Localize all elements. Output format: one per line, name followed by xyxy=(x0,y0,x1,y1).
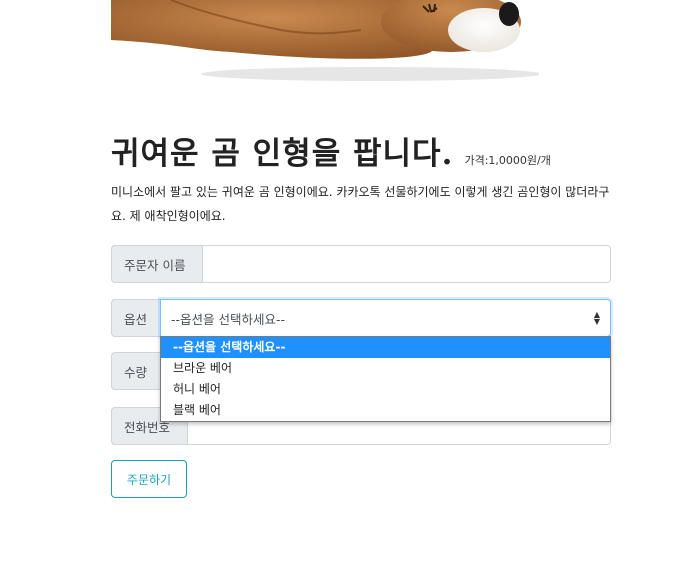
select-arrows-icon: ▲ ▼ xyxy=(593,310,600,326)
product-price: 가격:1,0000원/개 xyxy=(464,154,551,167)
option-dropdown-list: --옵션을 선택하세요-- 브라운 베어 허니 베어 블랙 베어 xyxy=(160,336,611,422)
option-label: 옵션 xyxy=(111,299,160,337)
product-title: 귀여운 곰 인형을 팝니다. xyxy=(111,136,454,172)
product-header: 귀여운 곰 인형을 팝니다. 가격:1,0000원/개 xyxy=(111,128,551,173)
option-item-black-bear[interactable]: 블랙 베어 xyxy=(161,400,610,421)
product-image xyxy=(111,0,539,82)
name-input-group: 주문자 이름 xyxy=(111,245,611,283)
order-button[interactable]: 주문하기 xyxy=(111,460,187,498)
quantity-label: 수량 xyxy=(111,352,160,390)
product-description: 미니소에서 팔고 있는 귀여운 곰 인형이에요. 카카오톡 선물하기에도 이렇게… xyxy=(111,185,610,223)
name-input[interactable] xyxy=(202,245,611,283)
option-input-group: 옵션 --옵션을 선택하세요-- ▲ ▼ xyxy=(111,299,611,337)
option-select[interactable]: --옵션을 선택하세요-- ▲ ▼ xyxy=(160,299,611,337)
option-item-brown-bear[interactable]: 브라운 베어 xyxy=(161,358,610,379)
name-label: 주문자 이름 xyxy=(111,245,202,283)
option-item-placeholder[interactable]: --옵션을 선택하세요-- xyxy=(161,337,610,358)
option-select-value: --옵션을 선택하세요-- xyxy=(171,311,286,327)
option-item-honey-bear[interactable]: 허니 베어 xyxy=(161,379,610,400)
